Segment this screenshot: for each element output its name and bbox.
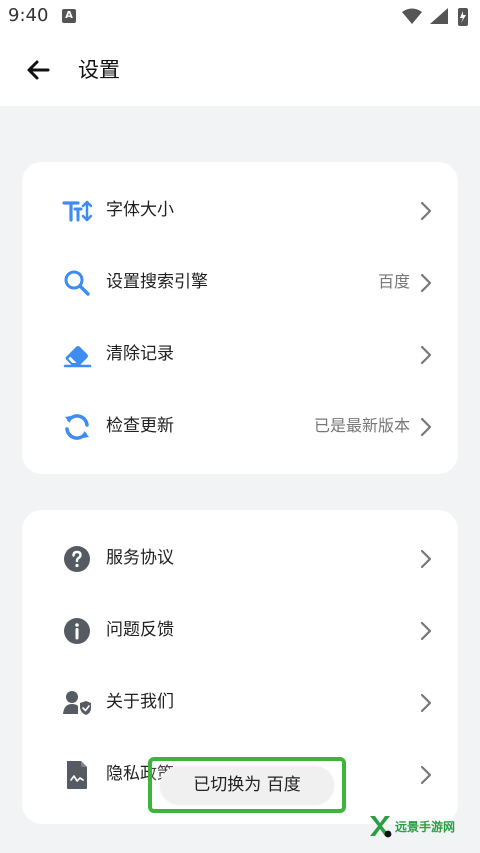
chevron-right-icon — [420, 765, 432, 785]
settings-row-clear-history[interactable]: 清除记录 — [22, 318, 458, 390]
back-button[interactable] — [20, 52, 56, 88]
settings-row-label: 关于我们 — [106, 692, 174, 712]
document-icon — [62, 760, 92, 790]
arrow-left-icon — [27, 60, 50, 80]
status-bar: 9:40 A — [0, 0, 480, 34]
settings-card-primary: 字体大小 设置搜索引擎 百度 清除记录 检查更新 已是最新版本 — [22, 162, 458, 474]
signal-icon — [430, 8, 448, 24]
chevron-right-icon — [420, 273, 432, 293]
chevron-right-icon — [420, 693, 432, 713]
chevron-right-icon — [420, 621, 432, 641]
settings-row-label: 清除记录 — [106, 344, 174, 364]
watermark: 远景手游网 — [368, 814, 468, 838]
chevron-right-icon — [420, 417, 432, 437]
notification-icon: A — [62, 9, 76, 23]
settings-row-about-us[interactable]: 关于我们 — [22, 666, 458, 738]
wifi-icon — [402, 8, 422, 24]
settings-screen: 9:40 A 设置 字体大小 设置搜索引擎 百度 清除记录 检查更新 已是最新版… — [0, 0, 480, 853]
watermark-text: 远景手游网 — [395, 820, 456, 834]
app-header: 设置 — [0, 34, 480, 106]
question-circle-icon — [62, 544, 92, 574]
settings-row-label: 字体大小 — [106, 200, 174, 220]
chevron-right-icon — [420, 201, 432, 221]
settings-row-font-size[interactable]: 字体大小 — [22, 174, 458, 246]
info-circle-icon — [62, 616, 92, 646]
settings-row-label: 问题反馈 — [106, 620, 174, 640]
font-size-icon — [62, 196, 92, 226]
settings-row-check-update[interactable]: 检查更新 已是最新版本 — [22, 390, 458, 462]
page-title: 设置 — [78, 58, 120, 82]
settings-row-label: 服务协议 — [106, 548, 174, 568]
user-shield-icon — [62, 688, 92, 718]
settings-row-label: 检查更新 — [106, 416, 174, 436]
settings-row-value: 已是最新版本 — [313, 416, 410, 435]
settings-row-feedback[interactable]: 问题反馈 — [22, 594, 458, 666]
chevron-right-icon — [420, 549, 432, 569]
settings-row-value: 百度 — [377, 272, 410, 291]
refresh-icon — [62, 412, 92, 442]
search-icon — [62, 268, 92, 298]
toast-message: 已切换为 百度 — [160, 766, 334, 804]
settings-row-search-engine[interactable]: 设置搜索引擎 百度 — [22, 246, 458, 318]
toast-highlight: 已切换为 百度 — [148, 757, 346, 813]
eraser-icon — [62, 340, 92, 370]
status-time: 9:40 — [8, 5, 49, 26]
wifi-signal-battery-icons — [402, 8, 468, 26]
settings-row-service-agreement[interactable]: 服务协议 — [22, 522, 458, 594]
watermark-logo-icon — [370, 816, 392, 838]
status-icons — [402, 6, 472, 26]
settings-row-label: 设置搜索引擎 — [106, 272, 208, 292]
chevron-right-icon — [420, 345, 432, 365]
